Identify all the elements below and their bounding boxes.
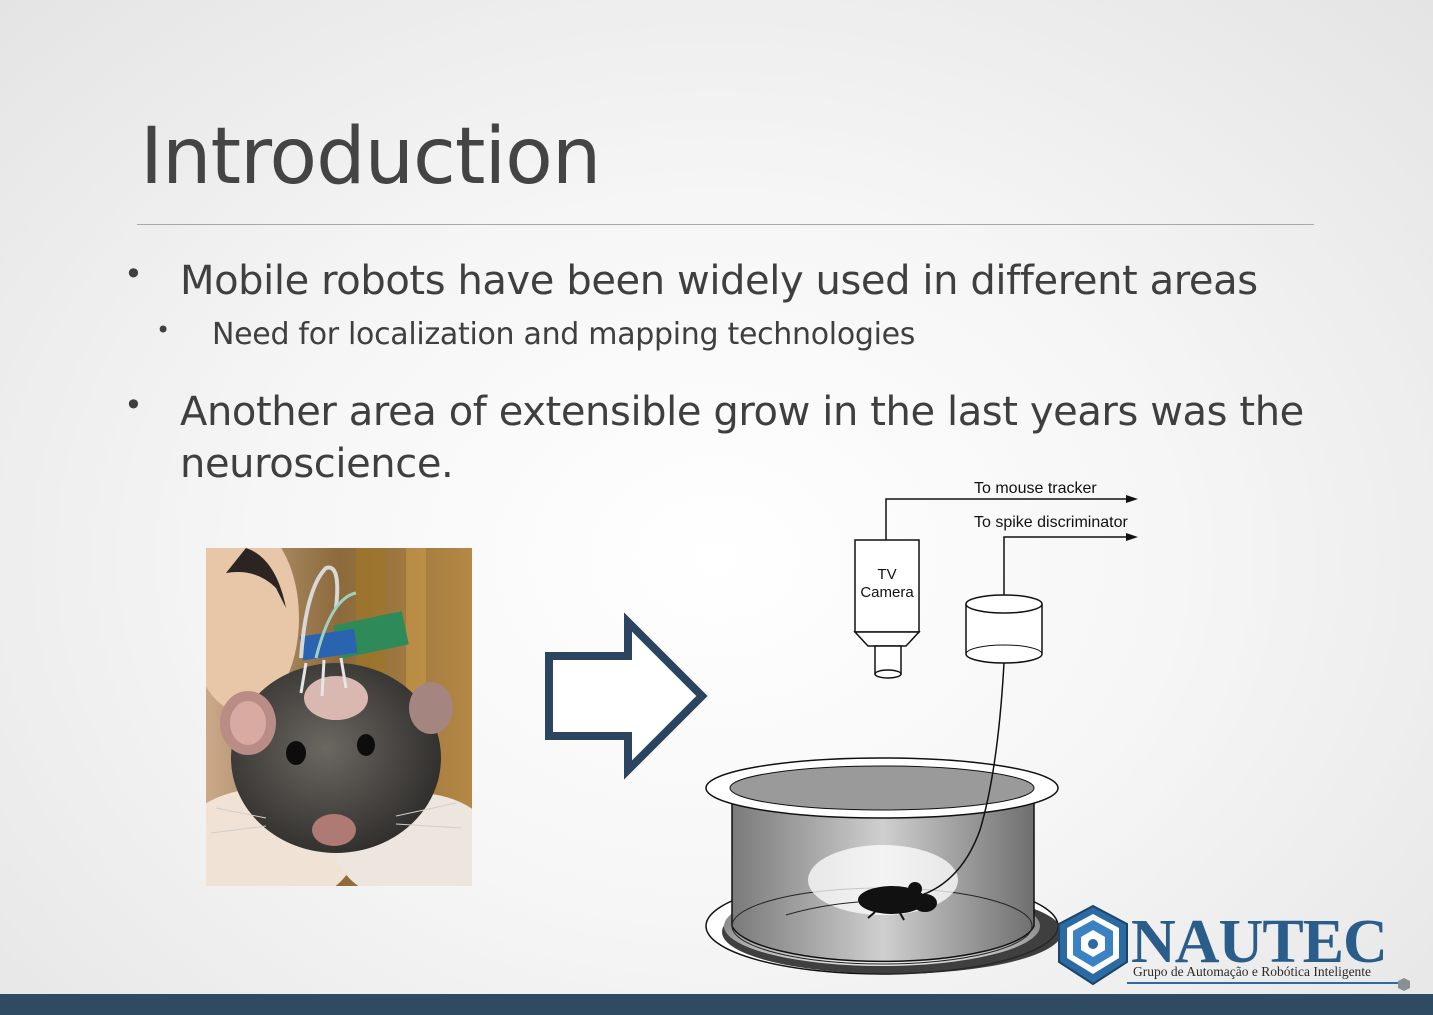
rat-with-implant-photo: [206, 548, 472, 886]
title-divider: [137, 224, 1314, 225]
nautec-logo: NAUTEC Grupo de Automação e Robótica Int…: [1058, 904, 1410, 991]
camera-label-camera: Camera: [860, 584, 914, 601]
camera-label-tv: TV: [877, 566, 896, 583]
right-arrow-icon: [545, 612, 708, 780]
bullet-marker: •: [124, 255, 143, 293]
label-spike-discriminator: To spike discriminator: [974, 514, 1129, 531]
bullet-text: Need for localization and mapping techno…: [212, 317, 916, 352]
logo-tagline: Grupo de Automação e Robótica Inteligent…: [1133, 964, 1371, 979]
bullet-marker: •: [156, 316, 171, 344]
footer-bar: [0, 994, 1433, 1015]
bullet-text: Mobile robots have been widely used in d…: [180, 258, 1258, 304]
sub-bullet-item: • Need for localization and mapping tech…: [156, 316, 915, 354]
slide-title: Introduction: [140, 112, 601, 202]
nautec-emblem-icon: [1058, 904, 1128, 986]
label-mouse-tracker: To mouse tracker: [974, 480, 1097, 497]
bullet-marker: •: [124, 386, 143, 424]
bullet-item: • Mobile robots have been widely used in…: [124, 255, 1290, 307]
